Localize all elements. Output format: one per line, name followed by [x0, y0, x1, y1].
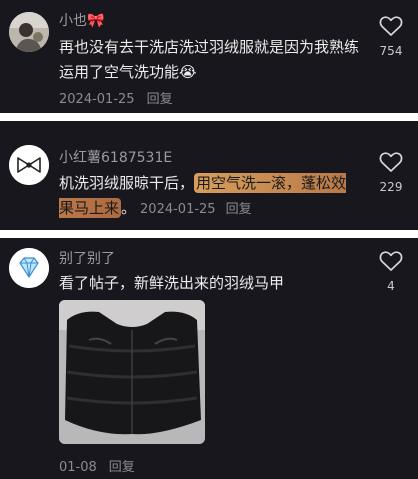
comment-text: 看了帖子，新鲜洗出来的羽绒马甲 [59, 274, 285, 292]
reply-button[interactable]: 回复 [226, 202, 252, 217]
comment-text-start: 机洗羽绒服晾干后， [59, 174, 195, 192]
comment-text: 机洗羽绒服晾干后， 用空气洗一滚，蓬松效果马上来。 2024-01-25 回复 [59, 171, 359, 222]
comment-username[interactable]: 小红薯6187531E [59, 147, 172, 167]
comment-meta: 2024-01-25 回复 [59, 88, 173, 107]
comment-username[interactable]: 小也🎀 [59, 10, 104, 30]
black-puffer-vest-photo-icon [59, 300, 205, 444]
comment-text: 再也没有去干洗店洗过羽绒服就是因为我熟练运用了空气洗功能😭 [59, 38, 360, 81]
comment-image[interactable] [59, 300, 205, 444]
comment-card: 别了别了 看了帖子，新鲜洗出来的羽绒马甲 01-08 回复 4 [0, 238, 418, 479]
like-button[interactable]: 4 [374, 250, 408, 293]
like-count: 754 [379, 44, 403, 58]
comment-card: 小也🎀 再也没有去干洗店洗过羽绒服就是因为我熟练运用了空气洗功能😭 2024-0… [0, 0, 418, 113]
user-avatar[interactable] [9, 145, 49, 185]
comment-meta: 01-08 回复 [59, 456, 135, 475]
user-avatar[interactable] [9, 12, 49, 52]
like-button[interactable]: 229 [374, 151, 408, 194]
heart-icon [379, 251, 403, 271]
comment-card: 小红薯6187531E 机洗羽绒服晾干后， 用空气洗一滚，蓬松效果马上来。 2024… [0, 121, 418, 230]
reply-button[interactable]: 回复 [109, 460, 135, 475]
heart-icon [379, 16, 403, 36]
comment-date: 01-08 [59, 460, 97, 475]
diamond-avatar-icon [9, 248, 49, 288]
like-button[interactable]: 754 [374, 15, 408, 58]
heart-icon [379, 152, 403, 172]
comment-text-end: 。 [121, 199, 137, 217]
comment-username[interactable]: 别了别了 [59, 248, 115, 268]
comment-date: 2024-01-25 [140, 202, 216, 217]
like-count: 229 [379, 180, 403, 194]
comment-date: 2024-01-25 [59, 92, 135, 107]
bow-avatar-icon [9, 145, 49, 185]
person-photo-avatar-icon [9, 12, 49, 52]
user-avatar[interactable] [9, 248, 49, 288]
like-count: 4 [387, 279, 395, 293]
reply-button[interactable]: 回复 [147, 92, 173, 107]
